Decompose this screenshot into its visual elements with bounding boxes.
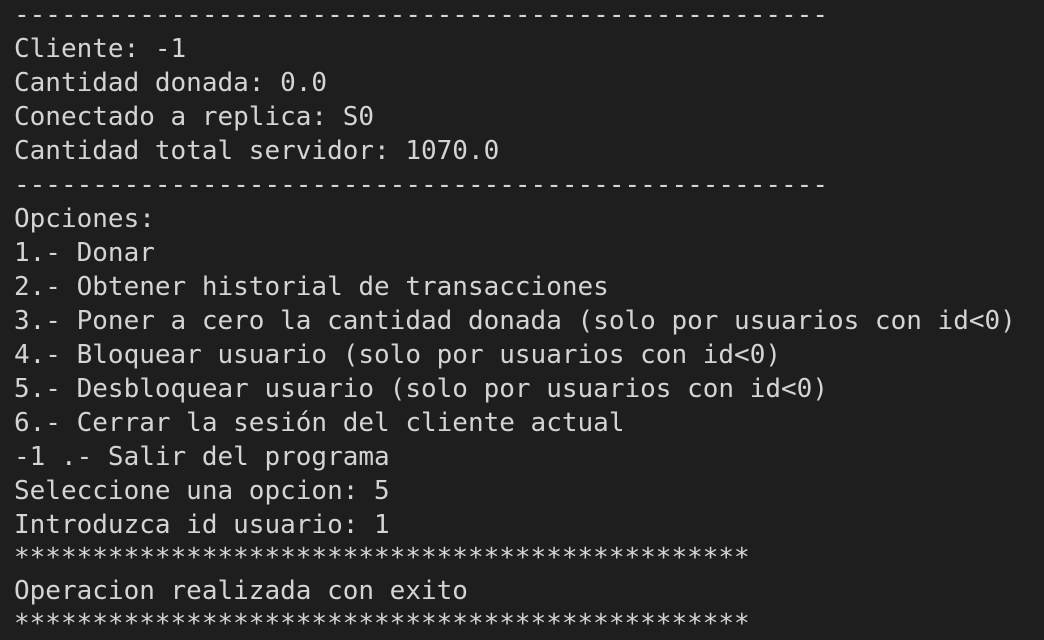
separator-line: ----------------------------------------… [14,170,828,200]
donated-amount-line: Cantidad donada: 0.0 [14,68,328,98]
menu-option-reset: 3.- Poner a cero la cantidad donada (sol… [14,306,1016,336]
menu-option-logout: 6.- Cerrar la sesión del cliente actual [14,408,625,438]
separator-line: ----------------------------------------… [14,0,828,30]
menu-option-exit: -1 .- Salir del programa [14,442,390,472]
asterisk-separator: ****************************************… [14,543,750,573]
server-total-line: Cantidad total servidor: 1070.0 [14,136,500,166]
terminal-window[interactable]: ----------------------------------------… [0,0,1044,640]
menu-option-history: 2.- Obtener historial de transacciones [14,272,609,302]
client-id-line: Cliente: -1 [14,34,187,64]
user-id-prompt: Introduzca id usuario: 1 [14,510,390,540]
result-message: Operacion realizada con exito [14,576,468,606]
menu-option-donate: 1.- Donar [14,238,155,268]
menu-option-unblock: 5.- Desbloquear usuario (solo por usuari… [14,374,828,404]
terminal-output: ----------------------------------------… [14,0,1016,640]
options-heading: Opciones: [14,204,155,234]
replica-line: Conectado a replica: S0 [14,102,375,132]
selection-prompt: Seleccione una opcion: 5 [14,476,390,506]
menu-option-block: 4.- Bloquear usuario (solo por usuarios … [14,340,782,370]
asterisk-separator: ****************************************… [14,609,750,639]
